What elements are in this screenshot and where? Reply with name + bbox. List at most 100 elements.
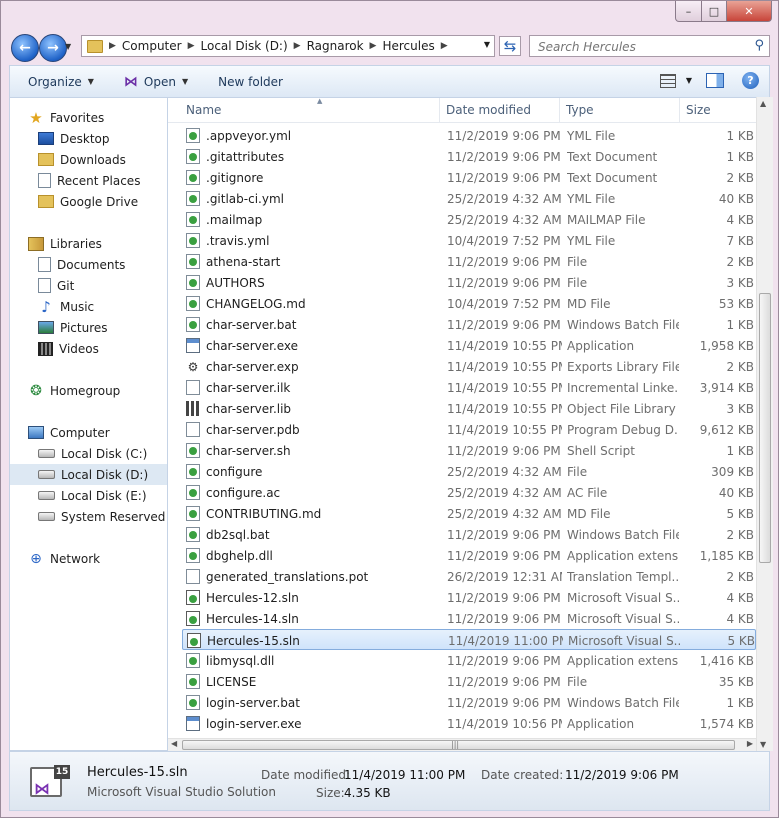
- scroll-up-icon[interactable]: ▲: [760, 99, 766, 108]
- view-options-caret-icon[interactable]: ▼: [686, 76, 692, 85]
- organize-button[interactable]: Organize ▼: [28, 75, 94, 89]
- file-row[interactable]: char-server.bat 11/2/2019 9:06 PM Windows …: [182, 314, 756, 335]
- column-name[interactable]: Name ▲: [180, 98, 440, 122]
- file-row[interactable]: configure 25/2/2019 4:32 AM File 309 KB: [182, 461, 756, 482]
- file-row[interactable]: LICENSE 11/2/2019 9:06 PM File 35 KB: [182, 671, 756, 692]
- column-type[interactable]: Type: [560, 98, 680, 122]
- file-name: .gitignore: [206, 170, 264, 185]
- file-row[interactable]: .mailmap 25/2/2019 4:32 AM MAILMAP File 4 K…: [182, 209, 756, 230]
- chevron-right-icon[interactable]: ▶: [294, 41, 301, 51]
- breadcrumb-sep-root[interactable]: ▶: [109, 41, 116, 51]
- file-row[interactable]: Hercules-15.sln 11/4/2019 11:00 PM Microso…: [182, 629, 756, 650]
- scroll-right-icon[interactable]: ▶: [747, 739, 753, 748]
- breadcrumb-local-disk-d[interactable]: Local Disk (D:) ▶: [201, 39, 301, 53]
- file-row[interactable]: .gitattributes 11/2/2019 9:06 PM Text Docu…: [182, 146, 756, 167]
- file-row[interactable]: Hercules-14.sln 11/2/2019 9:06 PM Microsof…: [182, 608, 756, 629]
- search-icon[interactable]: ⚲: [754, 38, 764, 53]
- search-input[interactable]: [536, 37, 740, 57]
- file-row[interactable]: .gitignore 11/2/2019 9:06 PM Text Document…: [182, 167, 756, 188]
- nav-recent-places[interactable]: Recent Places: [10, 170, 167, 191]
- breadcrumb-hercules[interactable]: Hercules ▶: [382, 39, 447, 53]
- nav-computer[interactable]: Computer: [10, 422, 167, 443]
- search-box[interactable]: ⚲: [529, 35, 770, 57]
- caret-down-icon[interactable]: ▼: [182, 77, 188, 86]
- nav-local-disk-e[interactable]: Local Disk (E:): [10, 485, 167, 506]
- nav-favorites[interactable]: ★ Favorites: [10, 107, 167, 128]
- minimize-button[interactable]: –: [675, 1, 702, 22]
- refresh-button[interactable]: ⇆: [499, 36, 521, 56]
- file-row[interactable]: generated_translations.pot 26/2/2019 12:3…: [182, 566, 756, 587]
- nav-local-disk-d[interactable]: Local Disk (D:): [10, 464, 167, 485]
- file-row[interactable]: login-server.exe 11/4/2019 10:56 PM Applic…: [182, 713, 756, 734]
- vertical-scrollbar[interactable]: ▲ ▼: [756, 97, 773, 751]
- drive-icon: [38, 470, 55, 479]
- details-file-type: Microsoft Visual Studio Solution: [87, 785, 276, 799]
- navigation-bar: ← → ▼ ▶ Computer ▶ Local Disk (D:) ▶ Ragna…: [1, 33, 778, 62]
- file-row[interactable]: CHANGELOG.md 10/4/2019 7:52 PM MD File 53 K…: [182, 293, 756, 314]
- scroll-grip-icon: |||: [451, 740, 460, 749]
- scroll-down-icon[interactable]: ▼: [760, 740, 766, 749]
- new-folder-button[interactable]: New folder: [218, 75, 283, 89]
- libraries-icon: [28, 236, 44, 251]
- recent-pages-dropdown[interactable]: ▼: [65, 42, 71, 51]
- breadcrumb-computer[interactable]: Computer ▶: [122, 39, 195, 53]
- file-row[interactable]: .appveyor.yml 11/2/2019 9:06 PM YML File 1 …: [182, 125, 756, 146]
- file-type-cell: AC File: [567, 485, 608, 500]
- file-row[interactable]: db2sql.bat 11/2/2019 9:06 PM Windows Batch…: [182, 524, 756, 545]
- nav-label: Downloads: [60, 152, 126, 167]
- file-row[interactable]: libmysql.dll 11/2/2019 9:06 PM Application…: [182, 650, 756, 671]
- nav-network[interactable]: ⊕ Network: [10, 548, 167, 569]
- close-button[interactable]: ✕: [727, 1, 772, 22]
- column-date-modified[interactable]: Date modified: [440, 98, 560, 122]
- nav-local-disk-c[interactable]: Local Disk (C:): [10, 443, 167, 464]
- file-row[interactable]: athena-start 11/2/2019 9:06 PM File 2 KB: [182, 251, 756, 272]
- chevron-right-icon[interactable]: ▶: [441, 41, 448, 51]
- chevron-right-icon[interactable]: ▶: [188, 41, 195, 51]
- file-row[interactable]: dbghelp.dll 11/2/2019 9:06 PM Application …: [182, 545, 756, 566]
- file-date-cell: 11/2/2019 9:06 PM: [447, 317, 561, 332]
- file-row[interactable]: ⚙ char-server.exp 11/4/2019 10:55 PM Export…: [182, 356, 756, 377]
- file-row[interactable]: AUTHORS 11/2/2019 9:06 PM File 3 KB: [182, 272, 756, 293]
- file-name-cell: AUTHORS: [186, 272, 439, 293]
- column-size[interactable]: Size: [680, 98, 756, 122]
- file-row[interactable]: char-server.exe 11/4/2019 10:55 PM Applica…: [182, 335, 756, 356]
- address-dropdown-icon[interactable]: ▼: [484, 40, 490, 49]
- nav-pictures[interactable]: Pictures: [10, 317, 167, 338]
- breadcrumb-ragnarok[interactable]: Ragnarok ▶: [307, 39, 377, 53]
- file-row[interactable]: char-server.sh 11/2/2019 9:06 PM Shell Scr…: [182, 440, 756, 461]
- nav-git[interactable]: Git: [10, 275, 167, 296]
- file-row[interactable]: char-server.ilk 11/4/2019 10:55 PM Increme…: [182, 377, 756, 398]
- file-row[interactable]: CONTRIBUTING.md 25/2/2019 4:32 AM MD File 5…: [182, 503, 756, 524]
- preview-pane-icon[interactable]: [706, 73, 724, 88]
- nav-music[interactable]: ♪ Music: [10, 296, 167, 317]
- file-row[interactable]: char-server.pdb 11/4/2019 10:55 PM Program…: [182, 419, 756, 440]
- view-details-icon[interactable]: [659, 73, 676, 88]
- file-name: Hercules-15.sln: [207, 633, 300, 648]
- file-row[interactable]: char-server.lib 11/4/2019 10:55 PM Object …: [182, 398, 756, 419]
- forward-button[interactable]: →: [39, 34, 67, 62]
- nav-documents[interactable]: Documents: [10, 254, 167, 275]
- nav-homegroup[interactable]: ❂ Homegroup: [10, 380, 167, 401]
- file-row[interactable]: Hercules-12.sln 11/2/2019 9:06 PM Microsof…: [182, 587, 756, 608]
- scroll-left-icon[interactable]: ◀: [171, 739, 177, 748]
- horizontal-scrollbar[interactable]: ◀ ||| ▶: [168, 738, 756, 751]
- nav-downloads[interactable]: Downloads: [10, 149, 167, 170]
- refresh-icon: ⇆: [503, 37, 517, 55]
- address-bar[interactable]: ▶ Computer ▶ Local Disk (D:) ▶ Ragnarok ▶ H…: [81, 35, 495, 57]
- nav-libraries[interactable]: Libraries: [10, 233, 167, 254]
- nav-google-drive[interactable]: Google Drive: [10, 191, 167, 212]
- chevron-right-icon[interactable]: ▶: [370, 41, 377, 51]
- nav-desktop[interactable]: Desktop: [10, 128, 167, 149]
- nav-videos[interactable]: Videos: [10, 338, 167, 359]
- file-row[interactable]: configure.ac 25/2/2019 4:32 AM AC File 40 K…: [182, 482, 756, 503]
- help-icon[interactable]: ?: [742, 72, 759, 89]
- open-button[interactable]: ⋈ Open ▼: [124, 74, 188, 90]
- vertical-scroll-thumb[interactable]: [759, 293, 771, 563]
- file-row[interactable]: login-server.bat 11/2/2019 9:06 PM Windows…: [182, 692, 756, 713]
- file-row[interactable]: .gitlab-ci.yml 25/2/2019 4:32 AM YML File 4…: [182, 188, 756, 209]
- file-row[interactable]: .travis.yml 10/4/2019 7:52 PM YML File 7 KB: [182, 230, 756, 251]
- maximize-button[interactable]: □: [702, 1, 727, 22]
- title-bar[interactable]: – □ ✕: [1, 1, 778, 31]
- back-button[interactable]: ←: [11, 34, 39, 62]
- nav-system-reserved[interactable]: System Reserved (H:): [10, 506, 167, 527]
